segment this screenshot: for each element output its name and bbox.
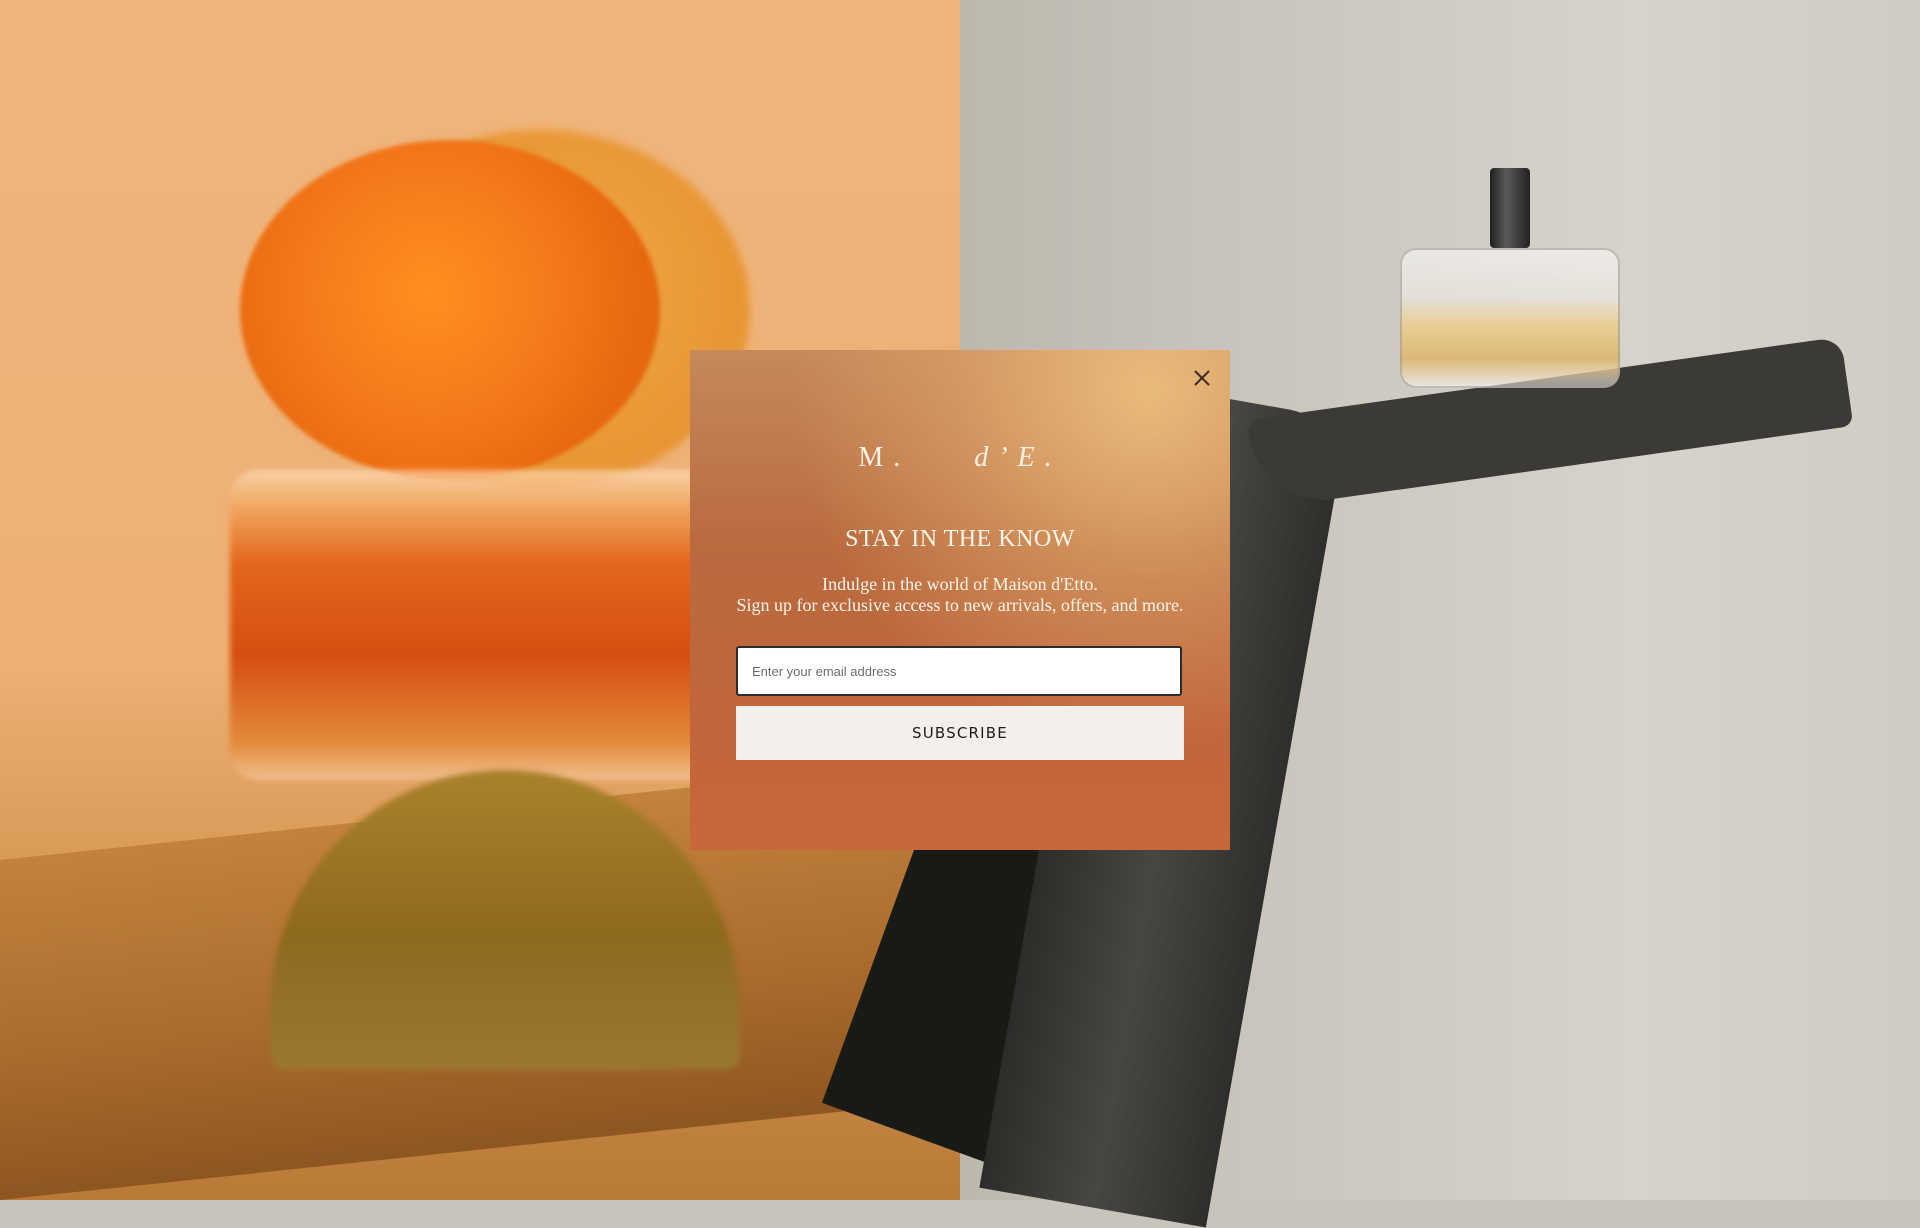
perfume-cap — [1490, 168, 1530, 248]
orange-fruit — [240, 140, 660, 480]
popup-description: Indulge in the world of Maison d'Etto. S… — [690, 574, 1230, 616]
popup-headline: STAY IN THE KNOW — [845, 526, 1075, 552]
logo-right: d’E. — [974, 442, 1062, 473]
popup-description-line1: Indulge in the world of Maison d'Etto. — [822, 574, 1098, 594]
brand-logo: M. d’E. — [690, 442, 1230, 474]
close-icon[interactable] — [1188, 364, 1216, 392]
logo-left: M. — [858, 442, 911, 473]
newsletter-popup: M. d’E. STAY IN THE KNOW Indulge in the … — [690, 350, 1230, 850]
popup-description-line2: Sign up for exclusive access to new arri… — [736, 595, 1184, 615]
email-field[interactable] — [736, 646, 1182, 696]
perfume-bottle — [1400, 248, 1620, 388]
subscribe-button[interactable]: SUBSCRIBE — [736, 706, 1184, 760]
